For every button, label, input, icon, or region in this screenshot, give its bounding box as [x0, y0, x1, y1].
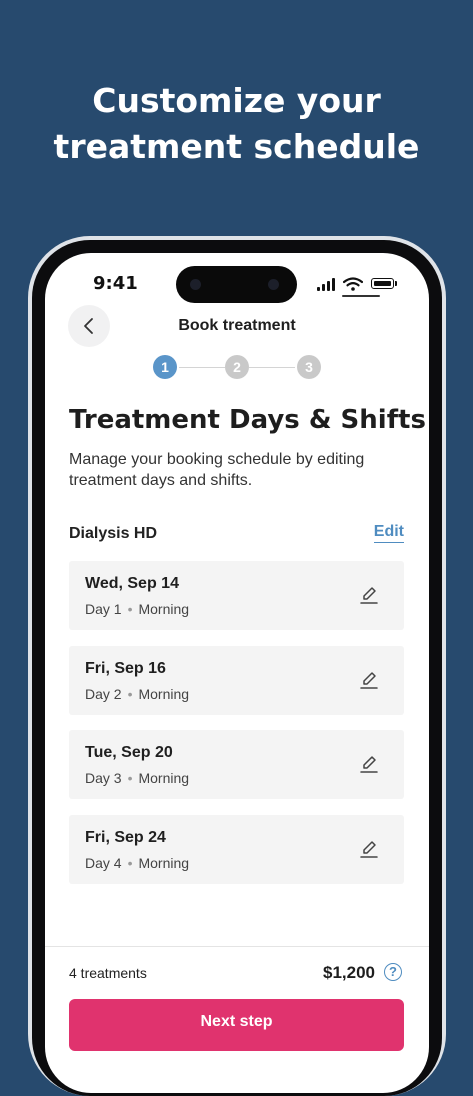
- treatment-shift: Morning: [138, 855, 190, 871]
- treatment-shift: Morning: [138, 770, 190, 786]
- treatment-date: Fri, Sep 24: [85, 829, 166, 846]
- separator-dot: •: [127, 601, 133, 617]
- headline-line-2: treatment schedule: [53, 127, 420, 166]
- treatment-meta: Day 3 • Morning: [85, 770, 189, 786]
- treatment-date: Fri, Sep 16: [85, 660, 166, 677]
- progress-stepper: 1 2 3: [153, 355, 321, 379]
- wifi-icon: [343, 277, 363, 291]
- camera-icon: [268, 279, 279, 290]
- battery-icon: [371, 278, 394, 289]
- treatment-card[interactable]: Wed, Sep 14 Day 1 • Morning: [69, 561, 404, 630]
- treatment-type-label: Dialysis HD: [69, 525, 158, 542]
- signal-icon: [322, 284, 325, 291]
- pencil-icon[interactable]: [359, 754, 379, 774]
- treatment-date: Tue, Sep 20: [85, 744, 173, 761]
- treatment-day: Day 2: [85, 686, 122, 702]
- total-price: $1,200: [323, 963, 375, 982]
- treatment-date: Wed, Sep 14: [85, 575, 179, 592]
- treatment-meta: Day 1 • Morning: [85, 601, 189, 617]
- treatment-card[interactable]: Fri, Sep 16 Day 2 • Morning: [69, 646, 404, 715]
- separator-dot: •: [127, 855, 133, 871]
- footer-divider: [45, 946, 429, 947]
- page-subtitle: Manage your booking schedule by editing …: [69, 451, 365, 489]
- treatment-shift: Morning: [138, 686, 190, 702]
- signal-icon: [317, 287, 320, 291]
- stepper-connector: [179, 367, 225, 368]
- step-3: 3: [297, 355, 321, 379]
- page-title: Treatment Days & Shifts: [69, 405, 426, 435]
- signal-icon: [327, 281, 330, 291]
- status-time: 9:41: [93, 273, 138, 294]
- next-step-button[interactable]: Next step: [69, 999, 404, 1051]
- treatment-day: Day 1: [85, 601, 122, 617]
- treatment-shift: Morning: [138, 601, 190, 617]
- pencil-icon[interactable]: [359, 839, 379, 859]
- edit-schedule-link[interactable]: Edit: [373, 523, 404, 543]
- island-sensor: [190, 279, 201, 290]
- page-header-title: Book treatment: [178, 317, 296, 334]
- marketing-headline: Customize your treatment schedule: [0, 78, 473, 170]
- question-circle-icon[interactable]: ?: [384, 963, 402, 981]
- dynamic-island: [176, 266, 297, 303]
- treatment-meta: Day 2 • Morning: [85, 686, 189, 702]
- separator-dot: •: [127, 770, 133, 786]
- pencil-icon[interactable]: [359, 670, 379, 690]
- battery-tip: [395, 281, 397, 286]
- battery-underline: [342, 295, 380, 297]
- step-2: 2: [225, 355, 249, 379]
- phone-screen: 9:41 Book treatment 1 2 3 Treatment Days…: [45, 253, 429, 1093]
- stepper-connector: [249, 367, 295, 368]
- signal-icon: [332, 278, 335, 291]
- treatment-count: 4 treatments: [69, 965, 147, 981]
- pencil-icon[interactable]: [359, 585, 379, 605]
- treatment-day: Day 4: [85, 855, 122, 871]
- separator-dot: •: [127, 686, 133, 702]
- headline-line-1: Customize your: [92, 81, 381, 120]
- step-1: 1: [153, 355, 177, 379]
- treatment-card[interactable]: Tue, Sep 20 Day 3 • Morning: [69, 730, 404, 799]
- treatment-meta: Day 4 • Morning: [85, 855, 189, 871]
- treatment-card[interactable]: Fri, Sep 24 Day 4 • Morning: [69, 815, 404, 884]
- treatment-day: Day 3: [85, 770, 122, 786]
